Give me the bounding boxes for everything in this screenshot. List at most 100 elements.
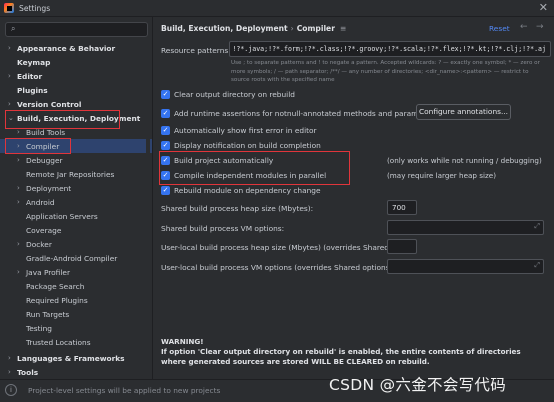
sidebar-item-languages-frameworks[interactable]: › Languages & Frameworks	[0, 351, 152, 365]
sidebar-item-label: Deployment	[26, 183, 72, 193]
rebuild-dependency-option[interactable]: ✓ Rebuild module on dependency change	[161, 184, 321, 196]
sidebar-item-label: Gradle-Android Compiler	[26, 253, 118, 263]
rebuild-dependency-label: Rebuild module on dependency change	[174, 185, 321, 195]
notification-checkbox[interactable]: ✓	[161, 140, 170, 150]
vm-options-label: Shared build process VM options:	[161, 224, 285, 233]
sidebar-item-label: Run Targets	[26, 309, 70, 319]
compiler-settings-panel: Build, Execution, Deployment › Compiler ≡ R…	[154, 17, 554, 379]
sidebar-item-java-profiler[interactable]: › Java Profiler	[0, 265, 152, 279]
sidebar-item-label: Appearance & Behavior	[17, 43, 116, 53]
sidebar-item-required-plugins[interactable]: Required Plugins	[0, 293, 152, 307]
resource-patterns-label: Resource patterns:	[161, 46, 231, 55]
chevron-right-icon[interactable]: ›	[8, 72, 11, 80]
back-arrow-icon[interactable]: ←	[520, 22, 528, 32]
info-icon: i	[5, 384, 17, 396]
window-title: Settings	[19, 3, 51, 13]
vm-options-input[interactable]: ⤢	[387, 220, 544, 235]
sidebar-item-tools[interactable]: › Tools	[0, 365, 152, 379]
chevron-right-icon[interactable]: ›	[8, 44, 11, 52]
sidebar-item-label: Plugins	[17, 85, 48, 95]
close-window-icon[interactable]: ✕	[539, 1, 548, 15]
resource-patterns-help: Use ; to separate patterns and ! to nega…	[231, 60, 540, 83]
settings-search-input[interactable]: ⌕	[5, 22, 148, 37]
notification-label: Display notification on build completion	[174, 140, 321, 150]
breadcrumb-separator-icon: ›	[290, 24, 294, 33]
show-error-option[interactable]: ✓ Automatically show first error in edit…	[161, 124, 317, 136]
configure-annotations-button[interactable]: Configure annotations...	[416, 104, 511, 120]
sidebar-item-application-servers[interactable]: Application Servers	[0, 209, 152, 223]
show-error-label: Automatically show first error in editor	[174, 125, 317, 135]
sidebar-item-label: Keymap	[17, 57, 51, 67]
reset-link[interactable]: Reset	[489, 24, 510, 33]
sidebar-item-label: Languages & Frameworks	[17, 353, 125, 363]
breadcrumb-parent[interactable]: Build, Execution, Deployment	[161, 24, 288, 33]
forward-arrow-icon[interactable]: →	[536, 22, 544, 32]
sidebar-scrollbar[interactable]	[146, 41, 150, 381]
expand-icon[interactable]: ⤢	[534, 222, 540, 231]
sidebar-item-label: Coverage	[26, 225, 62, 235]
page-menu-icon[interactable]: ≡	[340, 24, 346, 33]
sidebar-item-keymap[interactable]: Keymap	[0, 55, 152, 69]
sidebar-item-label: Required Plugins	[26, 295, 88, 305]
sidebar-item-appearance-behavior[interactable]: › Appearance & Behavior	[0, 41, 152, 55]
clear-output-label: Clear output directory on rebuild	[174, 89, 295, 99]
sidebar-item-run-targets[interactable]: Run Targets	[0, 307, 152, 321]
sidebar-item-label: Testing	[26, 323, 52, 333]
sidebar-item-trusted-locations[interactable]: Trusted Locations	[0, 335, 152, 349]
sidebar-item-version-control[interactable]: › Version Control	[0, 97, 152, 111]
show-error-checkbox[interactable]: ✓	[161, 125, 170, 135]
sidebar-item-deployment[interactable]: › Deployment	[0, 181, 152, 195]
sidebar-item-debugger[interactable]: › Debugger	[0, 153, 152, 167]
sidebar-item-label: Remote Jar Repositories	[26, 169, 115, 179]
watermark: CSDN @六金不会写代码	[329, 376, 507, 394]
sidebar-item-editor[interactable]: › Editor	[0, 69, 152, 83]
title-bar: Settings ✕	[0, 0, 554, 17]
assertions-option[interactable]: ✓ Add runtime assertions for notnull-ann…	[161, 107, 437, 119]
sidebar-item-testing[interactable]: Testing	[0, 321, 152, 335]
sidebar-item-package-search[interactable]: Package Search	[0, 279, 152, 293]
sidebar-item-label: Package Search	[26, 281, 85, 291]
settings-sidebar: ⌕ › Appearance & Behavior Keymap › Editor Plu…	[0, 17, 153, 381]
chevron-right-icon[interactable]: ›	[17, 184, 20, 192]
sidebar-item-label: Editor	[17, 71, 43, 81]
sidebar-item-label: Tools	[17, 367, 39, 377]
chevron-right-icon[interactable]: ›	[17, 198, 20, 206]
annotation-highlight-box	[5, 138, 71, 154]
chevron-right-icon[interactable]: ›	[17, 128, 20, 136]
auto-build-hint: (only works while not running / debuggin…	[387, 156, 542, 165]
sidebar-item-label: Docker	[26, 239, 52, 249]
sidebar-item-plugins[interactable]: Plugins	[0, 83, 152, 97]
resource-patterns-value: !?*.java;!?*.form;!?*.class;!?*.groovy;!…	[232, 45, 546, 53]
sidebar-item-label: Application Servers	[26, 211, 98, 221]
chevron-right-icon[interactable]: ›	[8, 100, 11, 108]
heap-size-input[interactable]: 700	[387, 200, 417, 215]
assertions-checkbox[interactable]: ✓	[161, 108, 170, 118]
chevron-right-icon[interactable]: ›	[17, 156, 20, 164]
rebuild-dependency-checkbox[interactable]: ✓	[161, 185, 170, 195]
sidebar-item-label: Debugger	[26, 155, 63, 165]
user-heap-size-label: User-local build process heap size (Mbyt…	[161, 243, 412, 252]
notification-option[interactable]: ✓ Display notification on build completi…	[161, 139, 321, 151]
user-vm-options-label: User-local build process VM options (ove…	[161, 263, 395, 272]
user-heap-size-input[interactable]	[387, 239, 417, 254]
user-vm-options-input[interactable]: ⤢	[387, 259, 544, 274]
annotation-highlight-box	[5, 110, 120, 129]
chevron-right-icon[interactable]: ›	[8, 368, 11, 376]
chevron-right-icon[interactable]: ›	[8, 354, 11, 362]
chevron-right-icon[interactable]: ›	[17, 268, 20, 276]
sidebar-item-label: Trusted Locations	[26, 337, 91, 347]
sidebar-item-gradle-android-compiler[interactable]: Gradle-Android Compiler	[0, 251, 152, 265]
clear-output-option[interactable]: ✓ Clear output directory on rebuild	[161, 88, 295, 100]
sidebar-item-docker[interactable]: › Docker	[0, 237, 152, 251]
resource-patterns-input[interactable]: !?*.java;!?*.form;!?*.class;!?*.groovy;!…	[229, 41, 551, 57]
heap-size-label: Shared build process heap size (Mbytes):	[161, 204, 314, 213]
sidebar-item-android[interactable]: › Android	[0, 195, 152, 209]
app-logo-icon	[4, 3, 14, 13]
clear-output-checkbox[interactable]: ✓	[161, 89, 170, 99]
chevron-right-icon[interactable]: ›	[17, 240, 20, 248]
breadcrumb-current: Compiler	[296, 24, 335, 33]
warning-text: If option 'Clear output directory on reb…	[161, 347, 521, 366]
sidebar-item-coverage[interactable]: Coverage	[0, 223, 152, 237]
expand-icon[interactable]: ⤢	[534, 261, 540, 270]
sidebar-item-remote-jar-repositories[interactable]: Remote Jar Repositories	[0, 167, 152, 181]
